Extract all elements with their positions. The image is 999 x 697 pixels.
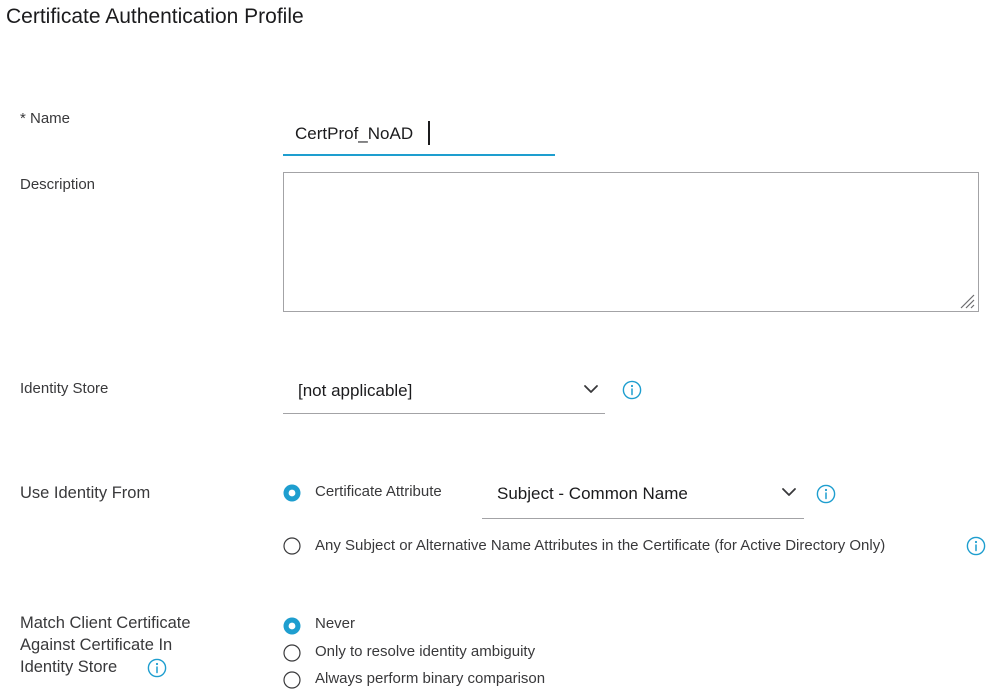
radio-resolve-ambiguity[interactable]: [283, 644, 301, 662]
chevron-down-icon: [584, 385, 598, 393]
radio-always-binary[interactable]: [283, 671, 301, 689]
radio-label-any-subject-alt-name: Any Subject or Alternative Name Attribut…: [315, 537, 886, 554]
radio-any-subject-alt-name[interactable]: [283, 537, 301, 555]
name-input[interactable]: [283, 113, 555, 156]
certificate-attribute-value: Subject - Common Name: [497, 484, 688, 503]
name-label: * Name: [20, 110, 71, 127]
any-subject-info-icon[interactable]: [966, 536, 986, 556]
certificate-attribute-info-icon[interactable]: [816, 484, 836, 504]
identity-store-info-icon[interactable]: [622, 380, 642, 400]
radio-certificate-attribute[interactable]: [283, 484, 301, 502]
radio-label-certificate-attribute: Certificate Attribute: [315, 483, 442, 500]
description-textarea[interactable]: [283, 172, 979, 312]
match-client-cert-label-line1: Match Client Certificate: [20, 614, 191, 632]
certificate-attribute-select[interactable]: Subject - Common Name: [482, 476, 804, 519]
match-client-cert-label-line3: Identity Store: [20, 658, 118, 676]
chevron-down-icon: [782, 488, 796, 496]
match-client-cert-label-line2: Against Certificate In: [20, 636, 173, 654]
page-title: Certificate Authentication Profile: [6, 5, 304, 28]
radio-label-never: Never: [315, 615, 356, 632]
identity-store-select[interactable]: [not applicable]: [283, 372, 605, 414]
resize-grip-icon[interactable]: [957, 293, 975, 309]
radio-label-always-binary: Always perform binary comparison: [315, 670, 546, 687]
radio-never[interactable]: [283, 617, 301, 635]
radio-label-resolve-ambiguity: Only to resolve identity ambiguity: [315, 643, 536, 660]
text-caret: [428, 121, 430, 145]
use-identity-from-label: Use Identity From: [20, 484, 151, 502]
description-label: Description: [20, 176, 96, 193]
identity-store-value: [not applicable]: [298, 381, 413, 400]
match-client-cert-info-icon[interactable]: [147, 658, 167, 678]
identity-store-label: Identity Store: [20, 380, 109, 397]
